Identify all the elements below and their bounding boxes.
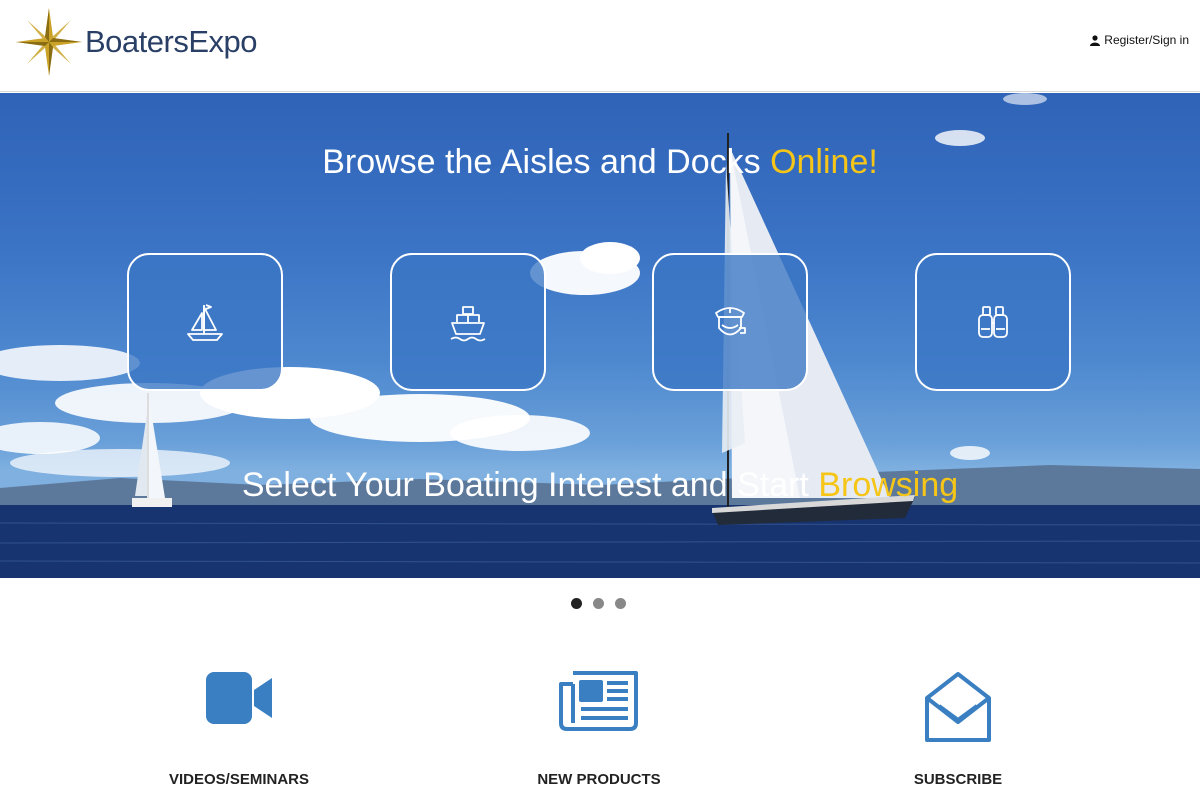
newspaper-icon bbox=[559, 671, 638, 731]
hero-subtitle-accent: Browsing bbox=[818, 466, 959, 504]
envelope-icon bbox=[925, 672, 991, 742]
feature-new-products[interactable]: NEW PRODUCTS bbox=[499, 670, 699, 788]
interest-tile-binoculars[interactable] bbox=[915, 253, 1071, 391]
hero-title-main: Browse the Aisles and Docks bbox=[322, 143, 771, 181]
hero-title: Browse the Aisles and Docks Online! bbox=[0, 143, 1200, 182]
carousel-indicators bbox=[571, 598, 626, 609]
sailboat-icon bbox=[187, 304, 223, 341]
feature-label: SUBSCRIBE bbox=[913, 771, 1003, 788]
carousel-dot-1[interactable] bbox=[571, 598, 582, 609]
carousel-dot-3[interactable] bbox=[615, 598, 626, 609]
logo-text: BoatersExpo bbox=[85, 24, 258, 59]
hero-subtitle: Select Your Boating Interest and Start B… bbox=[0, 466, 1200, 505]
ship-icon bbox=[450, 306, 486, 342]
feature-videos-seminars[interactable]: VIDEOS/SEMINARS bbox=[139, 670, 339, 788]
site-logo[interactable]: BoatersExpo bbox=[14, 6, 258, 78]
register-signin-link[interactable]: Register/Sign in bbox=[1090, 33, 1189, 47]
hero-subtitle-main: Select Your Boating Interest and Start bbox=[241, 466, 819, 504]
user-icon bbox=[1090, 34, 1101, 46]
interest-tile-sailboat[interactable] bbox=[127, 253, 283, 391]
interest-tile-ship[interactable] bbox=[390, 253, 546, 391]
site-header: BoatersExpo Register/Sign in bbox=[0, 0, 1200, 92]
feature-label: VIDEOS/SEMINARS bbox=[168, 771, 310, 788]
binoculars-icon bbox=[978, 306, 1008, 338]
video-camera-icon bbox=[206, 672, 272, 724]
register-label: Register/Sign in bbox=[1104, 33, 1189, 47]
feature-subscribe[interactable]: SUBSCRIBE bbox=[858, 670, 1058, 788]
carousel-dot-2[interactable] bbox=[593, 598, 604, 609]
feature-label: NEW PRODUCTS bbox=[537, 771, 661, 788]
hero-banner: Browse the Aisles and Docks Online! Sele… bbox=[0, 93, 1200, 578]
interest-tile-captain[interactable] bbox=[652, 253, 808, 391]
compass-star-icon bbox=[16, 8, 82, 76]
captain-icon bbox=[715, 307, 746, 336]
hero-title-accent: Online! bbox=[770, 143, 878, 181]
